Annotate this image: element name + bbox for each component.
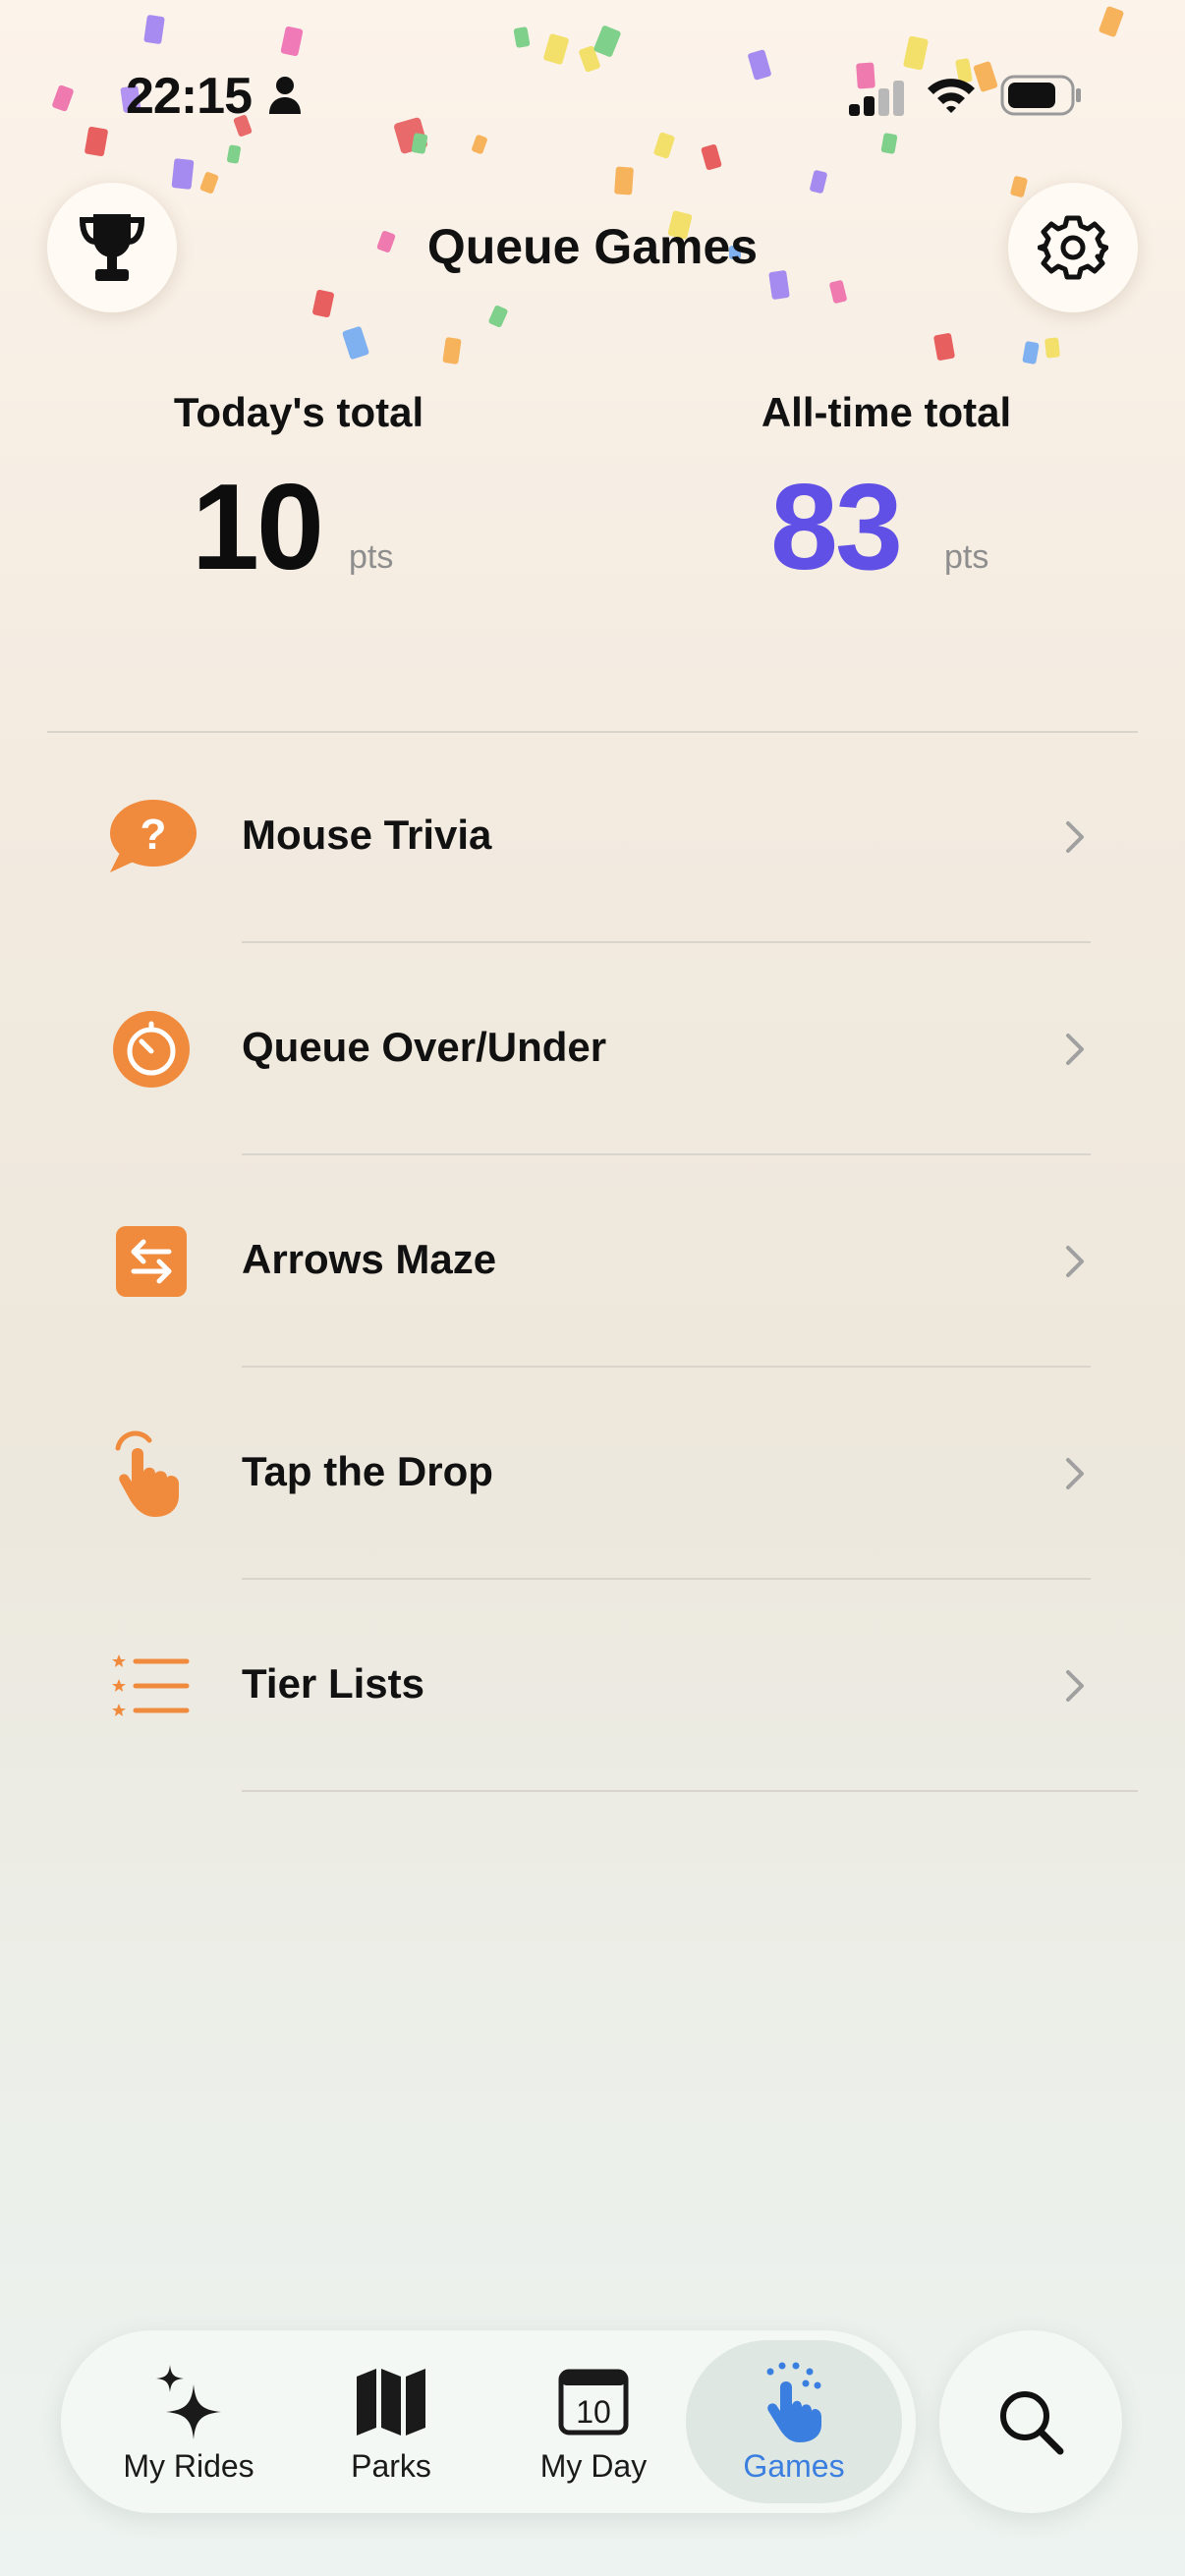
chevron-right-icon (1066, 1246, 1084, 1277)
leaderboard-button[interactable] (47, 183, 177, 312)
game-row-mouse-trivia[interactable]: ? Mouse Trivia (47, 733, 1138, 945)
row-divider (242, 1790, 1138, 1792)
row-divider (242, 1153, 1091, 1155)
trophy-icon (79, 214, 145, 281)
game-label: Queue Over/Under (242, 1024, 607, 1070)
chevron-right-icon (1066, 1034, 1084, 1065)
gear-icon (1038, 215, 1108, 280)
settings-button[interactable] (1008, 183, 1138, 312)
game-label: Arrows Maze (242, 1236, 497, 1282)
timer-icon (104, 1002, 198, 1096)
game-row-tap-the-drop[interactable]: Tap the Drop (47, 1370, 1138, 1582)
tap-hand-icon (762, 2362, 825, 2442)
sparkles-icon (154, 2362, 223, 2442)
battery-icon (1000, 75, 1081, 116)
chevron-right-icon (1066, 1458, 1084, 1489)
tab-parks[interactable]: Parks (293, 2330, 489, 2513)
star-list-icon (104, 1639, 198, 1733)
today-total-unit: pts (349, 538, 394, 576)
confetti-decoration (52, 6, 1124, 364)
status-bar-time: 22:15 (126, 68, 253, 125)
row-divider (242, 1578, 1091, 1580)
tab-my-day[interactable]: 10 My Day (495, 2330, 692, 2513)
game-label: Tap the Drop (242, 1448, 493, 1494)
tab-label: Parks (351, 2448, 431, 2484)
game-row-tier-lists[interactable]: Tier Lists (47, 1582, 1138, 1794)
chevron-right-icon (1066, 821, 1084, 853)
cellular-signal-icon (849, 81, 904, 116)
alltime-total-label: All-time total (761, 389, 1012, 435)
tab-my-rides[interactable]: My Rides (81, 2330, 297, 2513)
person-icon (269, 77, 301, 114)
alltime-total-value: 83 (770, 460, 903, 595)
chevron-right-icon (1066, 1670, 1084, 1702)
today-total-label: Today's total (173, 389, 424, 435)
map-icon (355, 2362, 427, 2442)
tab-label: My Day (539, 2448, 648, 2484)
tab-label: Games (743, 2448, 845, 2484)
page-title: Queue Games (426, 219, 759, 274)
row-divider (242, 1366, 1091, 1368)
calendar-day-number: 10 (576, 2394, 611, 2430)
game-label: Mouse Trivia (242, 812, 492, 858)
trivia-bubble-icon: ? (104, 790, 198, 884)
tab-bar: My Rides Parks 10 My Day Games (61, 2330, 916, 2513)
search-button[interactable] (939, 2330, 1122, 2513)
row-divider (242, 941, 1091, 943)
alltime-total-unit: pts (944, 538, 989, 576)
arrows-swap-icon (104, 1214, 198, 1309)
tab-label: My Rides (123, 2448, 254, 2484)
calendar-icon: 10 (558, 2362, 629, 2442)
game-row-arrows-maze[interactable]: Arrows Maze (47, 1157, 1138, 1370)
wifi-icon (928, 79, 975, 113)
search-icon (1000, 2391, 1064, 2455)
tap-hand-icon (104, 1427, 198, 1521)
today-total-value: 10 (192, 460, 324, 595)
tab-games[interactable]: Games (686, 2330, 902, 2513)
svg-text:?: ? (141, 811, 167, 859)
game-label: Tier Lists (242, 1660, 424, 1707)
game-row-queue-over-under[interactable]: Queue Over/Under (47, 945, 1138, 1157)
